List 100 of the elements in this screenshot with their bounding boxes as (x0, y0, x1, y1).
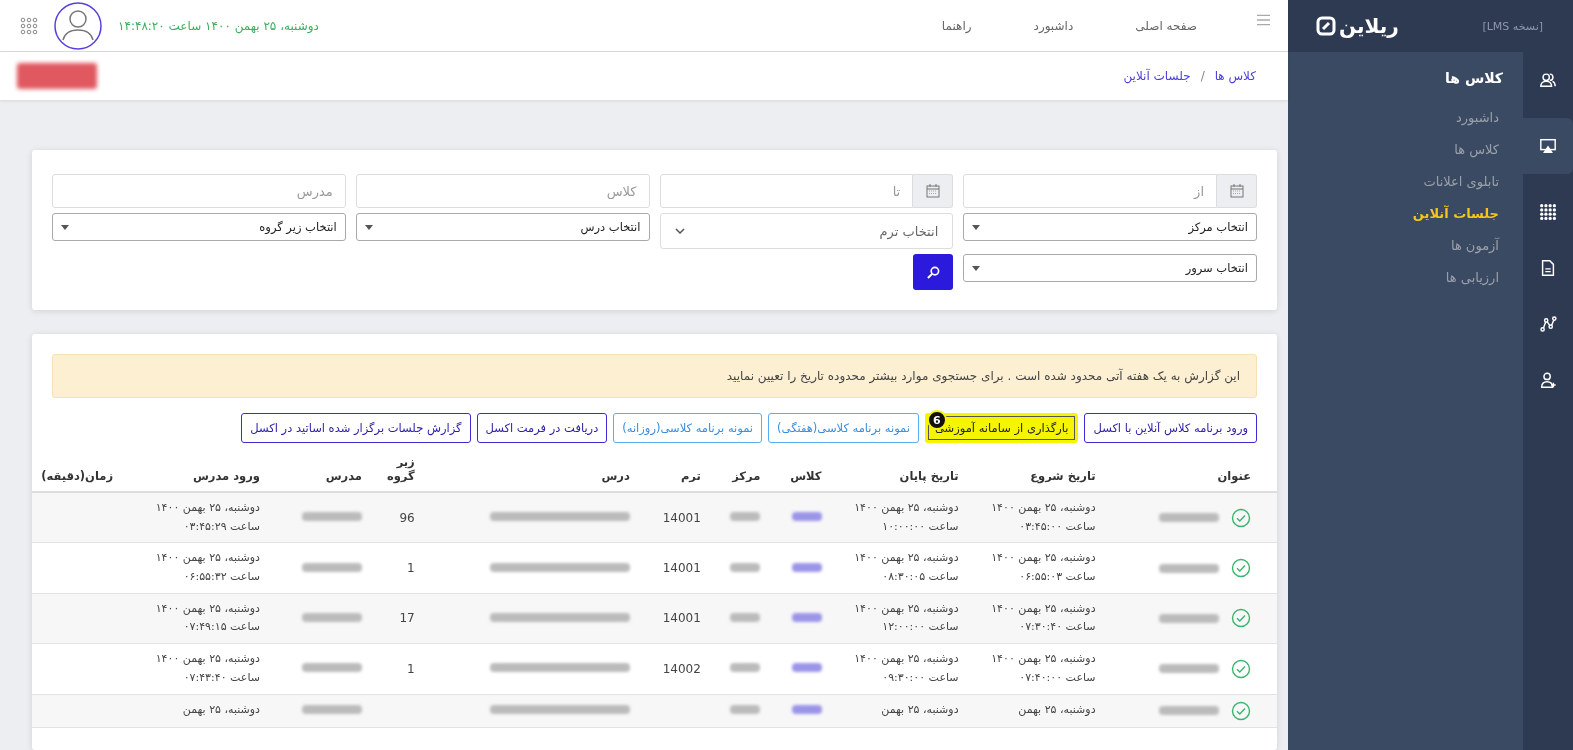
redacted-button[interactable] (17, 63, 97, 89)
redacted-link[interactable] (791, 562, 822, 572)
breadcrumb-current: جلسات آنلاین (1123, 69, 1191, 83)
sidebar-item[interactable]: آزمون ها (1450, 238, 1499, 253)
column-header: تاریخ پایان (899, 469, 959, 483)
from-date-field[interactable]: از (963, 174, 1217, 208)
check-circle-icon (1231, 700, 1251, 721)
redacted-text (1159, 563, 1219, 573)
end-date: دوشنبه، ۲۵ بهمن ۱۴۰۰ ساعت ۱۰:۰۰:۰۰ (853, 500, 959, 535)
check-circle-icon (1231, 558, 1251, 579)
end-date: دوشنبه، ۲۵ بهمن ۱۴۰۰ ساعت ۰۹:۳۰:۰۰ (853, 651, 959, 686)
redacted-text (301, 512, 362, 522)
subgroup-select[interactable]: انتخاب زیر گروه (52, 213, 346, 241)
lesson-select[interactable]: انتخاب درس (355, 213, 650, 241)
redacted-text (301, 705, 362, 714)
end-date: دوشنبه، ۲۵ بهمن (881, 702, 959, 719)
logo: ریلاین (1316, 14, 1399, 38)
action-button[interactable]: گزارش جلسات برگزار شده اساتید در اکسل (241, 413, 471, 443)
nav-link[interactable]: راهنما (941, 18, 972, 33)
redacted-text (1159, 513, 1219, 523)
check-circle-icon (1231, 608, 1251, 629)
action-button[interactable]: نمونه برنامه کلاسی(روزانه) (613, 413, 763, 443)
alert-message: این گزارش به یک هفته آتی محدود شده است . برای جستجوی موارد بیشتر محدوده تاریخ را تعیین نمایید (52, 354, 1257, 398)
column-header: ورود مدرس (192, 469, 260, 483)
chevron-down-icon (674, 228, 685, 234)
search-button[interactable] (913, 254, 954, 290)
subgroup-cell: 1 (407, 661, 415, 676)
redacted-text (730, 612, 761, 622)
breadcrumb-link[interactable]: کلاس ها (1214, 69, 1256, 83)
avatar-icon[interactable] (54, 1, 102, 50)
column-header: مدرس (325, 469, 362, 483)
nav-link[interactable]: صفحه اصلی (1135, 18, 1197, 33)
term-cell: 14001 (662, 510, 701, 525)
teacher-entry-date: دوشنبه، ۲۵ بهمن ۱۴۰۰ ساعت ۰۷:۴۳:۴۰ (154, 651, 260, 686)
subgroup-cell: 17 (399, 611, 415, 626)
start-date: دوشنبه، ۲۵ بهمن ۱۴۰۰ ساعت ۰۳:۴۵:۰۰ (990, 500, 1096, 535)
menu-icon[interactable] (1257, 13, 1270, 26)
version-label: [نسخه LMS] (1482, 19, 1543, 33)
calendar-icon[interactable] (1217, 174, 1257, 208)
redacted-text (730, 663, 761, 673)
server-select[interactable]: انتخاب سرور (963, 254, 1257, 282)
column-header: عنوان (1217, 469, 1251, 483)
term-cell: 14001 (662, 611, 701, 626)
date-time: دوشنبه، ۲۵ بهمن ۱۴۰۰ ساعت ۱۴:۴۸:۲۰ (118, 18, 319, 33)
sidebar-item[interactable]: داشبورد (1456, 110, 1499, 125)
sidebar-item[interactable]: تابلوی اعلانات (1423, 174, 1499, 189)
teacher-entry-date: دوشنبه، ۲۵ بهمن ۱۴۰۰ ساعت ۰۷:۴۹:۱۵ (154, 600, 260, 636)
term-cell: 14002 (662, 661, 701, 676)
redacted-link[interactable] (791, 663, 822, 673)
action-button[interactable]: نمونه برنامه کلاسی(هفتگی) (768, 413, 919, 443)
apps-icon[interactable] (20, 16, 38, 35)
to-date-field[interactable]: تا (659, 174, 914, 208)
redacted-text (730, 705, 761, 714)
start-date: دوشنبه، ۲۵ بهمن ۱۴۰۰ ساعت ۰۷:۳۰:۴۰ (990, 600, 1096, 636)
redacted-text (301, 663, 362, 673)
start-date: دوشنبه، ۲۵ بهمن ۱۴۰۰ ساعت ۰۶:۵۵:۰۳ (990, 550, 1096, 586)
redacted-link[interactable] (791, 512, 822, 522)
term-select[interactable]: انتخاب ترم (659, 213, 954, 249)
sidebar-item[interactable]: ارزیابی ها (1445, 270, 1499, 285)
class-field[interactable]: کلاس (355, 174, 650, 208)
action-button[interactable]: ورود برنامه کلاس آنلاین با اکسل (1084, 413, 1257, 443)
column-header: ترم (680, 469, 701, 483)
breadcrumb-separator: / (1200, 69, 1205, 83)
section-title: کلاس ها (1445, 70, 1503, 86)
center-select[interactable]: انتخاب مرکز (963, 213, 1257, 241)
term-cell: 14001 (662, 561, 701, 576)
redacted-text (730, 512, 761, 522)
subgroup-cell: 96 (399, 510, 415, 525)
column-header: زمان(دقیقه) (41, 469, 113, 483)
check-circle-icon (1231, 507, 1251, 528)
column-header: تاریخ شروع (1030, 469, 1096, 483)
action-button[interactable]: دریافت در فرمت اکسل (476, 413, 608, 443)
redacted-text (301, 612, 362, 622)
calendar-icon[interactable] (913, 174, 954, 208)
redacted-link[interactable] (791, 612, 822, 622)
column-header: مرکز (732, 469, 761, 483)
check-circle-icon (1231, 658, 1251, 679)
redacted-link[interactable] (791, 705, 822, 714)
end-date: دوشنبه، ۲۵ بهمن ۱۴۰۰ ساعت ۰۸:۳۰:۰۵ (853, 550, 959, 586)
column-header: درس (601, 469, 630, 483)
start-date: دوشنبه، ۲۵ بهمن ۱۴۰۰ ساعت ۰۷:۴۰:۰۰ (990, 651, 1096, 686)
search-icon (926, 265, 940, 279)
sidebar-item[interactable]: جلسات آنلاین (1412, 206, 1499, 221)
end-date: دوشنبه، ۲۵ بهمن ۱۴۰۰ ساعت ۱۲:۰۰:۰۰ (853, 600, 959, 636)
start-date: دوشنبه، ۲۵ بهمن (1018, 702, 1096, 719)
sidebar-item[interactable]: کلاس ها (1454, 142, 1499, 157)
teacher-entry-date: دوشنبه، ۲۵ بهمن ۱۴۰۰ ساعت ۰۶:۵۵:۳۲ (154, 550, 260, 586)
redacted-text (1159, 664, 1219, 674)
nav-link[interactable]: داشبورد (1033, 18, 1074, 33)
redacted-text (730, 562, 761, 572)
teacher-entry-date: دوشنبه، ۲۵ بهمن (182, 702, 260, 719)
column-header: کلاس (790, 469, 822, 483)
teacher-field[interactable]: مدرس (52, 174, 346, 208)
redacted-text (1159, 613, 1219, 623)
screen-icon[interactable] (1523, 118, 1573, 174)
teacher-entry-date: دوشنبه، ۲۵ بهمن ۱۴۰۰ ساعت ۰۳:۴۵:۲۹ (154, 500, 260, 535)
subgroup-cell: 1 (407, 561, 415, 576)
logo-icon (1316, 16, 1336, 36)
redacted-text (301, 562, 362, 572)
column-header: زیر گروه (389, 455, 415, 483)
